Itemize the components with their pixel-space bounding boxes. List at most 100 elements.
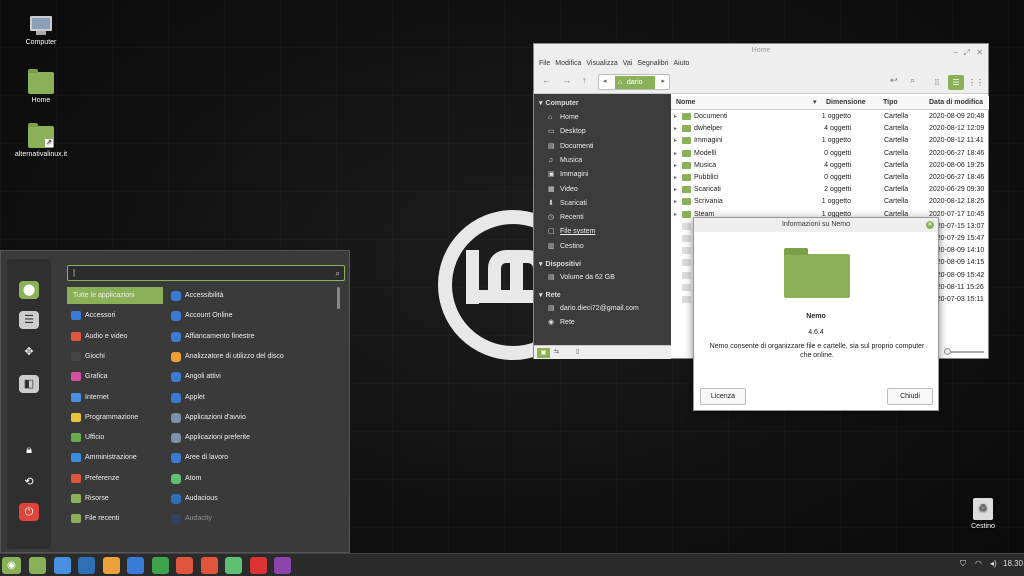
menu-favorite-display-icon[interactable]: ◧ — [19, 375, 39, 393]
menu-app-item[interactable]: Angoli attivi — [169, 368, 339, 386]
sidebar-header[interactable]: ▾ Rete — [539, 291, 561, 299]
toggle-location-icon[interactable]: ↩ — [890, 75, 898, 86]
table-row[interactable]: ▸ Modelli 0 oggetti Cartella 2020-06-27 18:4… — [671, 148, 989, 160]
minimize-icon[interactable]: – — [954, 46, 958, 60]
menu-category[interactable]: Preferenze — [67, 470, 163, 487]
menu-item[interactable]: Segnalibri — [637, 60, 668, 67]
writer-launcher-icon[interactable] — [127, 557, 144, 574]
clock[interactable]: 18.30 — [1003, 559, 1023, 568]
search-icon[interactable]: ⌕ — [910, 75, 915, 86]
table-row[interactable]: ▸ Musica 4 oggetti Cartella 2020-08-06 19:25 — [671, 160, 989, 172]
table-row[interactable]: ▸ Immagini 1 oggetto Cartella 2020-08-12 11:… — [671, 135, 989, 147]
menu-category[interactable]: Accessori — [67, 307, 163, 324]
column-date[interactable]: Data di modifica — [929, 96, 983, 109]
maximize-icon[interactable]: ⤢ — [964, 46, 970, 60]
sidebar-item[interactable]: ▥ Cestino — [548, 243, 584, 250]
expander-icon[interactable]: ▸ — [674, 209, 677, 221]
column-type[interactable]: Tipo — [883, 96, 898, 109]
expander-icon[interactable]: ▸ — [674, 184, 677, 196]
menu-app-item[interactable]: Atom — [169, 470, 339, 488]
up-icon[interactable]: ↑ — [582, 75, 587, 85]
shield-icon[interactable]: ⛉ — [960, 559, 966, 569]
menu-app-item[interactable]: Account Online — [169, 307, 339, 325]
menu-category[interactable]: Grafica — [67, 368, 163, 385]
menu-category[interactable]: Programmazione — [67, 409, 163, 426]
lock-icon[interactable]: 🔒︎ — [19, 441, 39, 459]
menu-item[interactable]: Vai — [623, 60, 633, 67]
table-row[interactable]: ▸ Documenti 1 oggetto Cartella 2020-08-09 20… — [671, 111, 989, 123]
expander-icon[interactable]: ▸ — [674, 111, 677, 123]
sidebar-header[interactable]: ▾ Dispositivi — [539, 260, 581, 268]
desktop-icon-alternativalinux[interactable]: ↗ alternativalinux.it — [6, 123, 76, 158]
tree-icon[interactable]: ⇆ — [554, 348, 559, 355]
sidebar-item[interactable]: ▢ File system — [548, 228, 595, 235]
sidebar-item[interactable]: ◷ Recenti — [548, 214, 584, 221]
menu-app-item[interactable]: Affiancamento finestre — [169, 328, 339, 346]
menu-item[interactable]: File — [539, 60, 550, 67]
list-view-icon[interactable]: ☰ — [948, 75, 964, 90]
chromium-launcher-icon[interactable] — [102, 557, 120, 574]
sidebar-item[interactable]: ♫ Musica — [548, 157, 582, 164]
menu-button[interactable]: ◉ — [2, 557, 21, 574]
table-row[interactable]: ▸ Pubblici 0 oggetti Cartella 2020-06-27 18:… — [671, 172, 989, 184]
expander-icon[interactable]: ▸ — [674, 135, 677, 147]
screenshot-launcher-icon[interactable] — [200, 557, 218, 574]
column-size[interactable]: Dimensione — [826, 96, 866, 109]
expander-icon[interactable]: ▸ — [674, 172, 677, 184]
menu-scrollbar[interactable] — [337, 287, 340, 309]
desktop-icon-trash[interactable]: ♻ Cestino — [948, 498, 1018, 530]
hide-sidebar-icon[interactable]: ▯ — [576, 348, 579, 355]
menu-app-item[interactable]: Audacity — [169, 510, 339, 528]
atom-launcher-icon[interactable] — [225, 557, 242, 574]
back-icon[interactable]: ← — [542, 75, 551, 85]
menu-search-input[interactable]: | ⌕ — [67, 265, 345, 281]
logout-icon[interactable]: ⟲ — [19, 473, 39, 491]
license-button[interactable]: Licenza — [700, 388, 746, 405]
sidebar-item[interactable]: ▭ Desktop — [548, 128, 586, 135]
places-icon[interactable]: ▣ — [537, 348, 550, 358]
expander-icon[interactable]: ▸ — [674, 196, 677, 208]
menu-favorite-tools-icon[interactable]: ✥ — [19, 343, 39, 361]
table-row[interactable]: ▸ Scaricati 2 oggetti Cartella 2020-06-29 09… — [671, 184, 989, 196]
desktop-icon-home[interactable]: Home — [6, 69, 76, 104]
calc-launcher-icon[interactable] — [151, 557, 169, 574]
desktop-icon-computer[interactable]: Computer — [6, 16, 76, 46]
forward-icon[interactable]: → — [562, 75, 571, 85]
filezilla-launcher-icon[interactable] — [249, 557, 267, 574]
sidebar-header[interactable]: ▾ Computer — [539, 99, 579, 107]
zoom-slider[interactable] — [944, 348, 984, 355]
column-name[interactable]: Nome — [676, 96, 695, 109]
table-row[interactable]: ▸ dwhelper 4 oggetti Cartella 2020-08-12 12:… — [671, 123, 989, 135]
power-icon[interactable]: ⏻ — [19, 503, 39, 521]
sidebar-item[interactable]: ⌂ Home — [548, 114, 579, 121]
menu-app-item[interactable]: Applicazioni d'avvio — [169, 409, 339, 427]
menu-category[interactable]: Tutte le applicazioni — [67, 287, 163, 304]
menu-category[interactable]: Audio e video — [67, 328, 163, 345]
close-button[interactable]: Chiudi — [887, 388, 933, 405]
icon-view-icon[interactable]: ⁞⁞ — [929, 75, 945, 90]
menu-item[interactable]: Modifica — [555, 60, 581, 67]
menu-app-item[interactable]: Applicazioni preferite — [169, 429, 339, 447]
expander-icon[interactable]: ▸ — [674, 148, 677, 160]
menu-category[interactable]: Amministrazione — [67, 449, 163, 466]
expander-icon[interactable]: ▸ — [674, 123, 677, 135]
breadcrumb-home[interactable]: ⌂ dario — [615, 76, 655, 89]
sidebar-item[interactable]: ▤ Volume da 62 GB — [548, 274, 615, 281]
menu-category[interactable]: Risorse — [67, 490, 163, 507]
dialog-titlebar[interactable]: Informazioni su Nemo ✕ — [694, 218, 938, 232]
menu-app-item[interactable]: Aree di lavoro — [169, 449, 339, 467]
wifi-icon[interactable]: ◠ — [975, 559, 982, 568]
menu-item[interactable]: Aiuto — [674, 60, 690, 67]
breadcrumb-right-icon[interactable]: ▸ — [661, 77, 665, 85]
close-icon[interactable]: ✕ — [926, 221, 934, 229]
expander-icon[interactable]: ▸ — [674, 160, 677, 172]
compact-view-icon[interactable]: ⋮⋮ — [968, 75, 984, 90]
sidebar-item[interactable]: ▦ Video — [548, 186, 578, 193]
menu-app-item[interactable]: Applet — [169, 389, 339, 407]
sidebar-item[interactable]: ▤ Documenti — [548, 143, 593, 150]
app-launcher-icon[interactable] — [274, 557, 291, 574]
close-icon[interactable]: ✕ — [976, 46, 983, 60]
menu-favorite-settings-icon[interactable]: ☰ — [19, 311, 39, 329]
menu-app-item[interactable]: Audacious — [169, 490, 339, 508]
sidebar-item[interactable]: ▣ Immagini — [548, 171, 588, 178]
